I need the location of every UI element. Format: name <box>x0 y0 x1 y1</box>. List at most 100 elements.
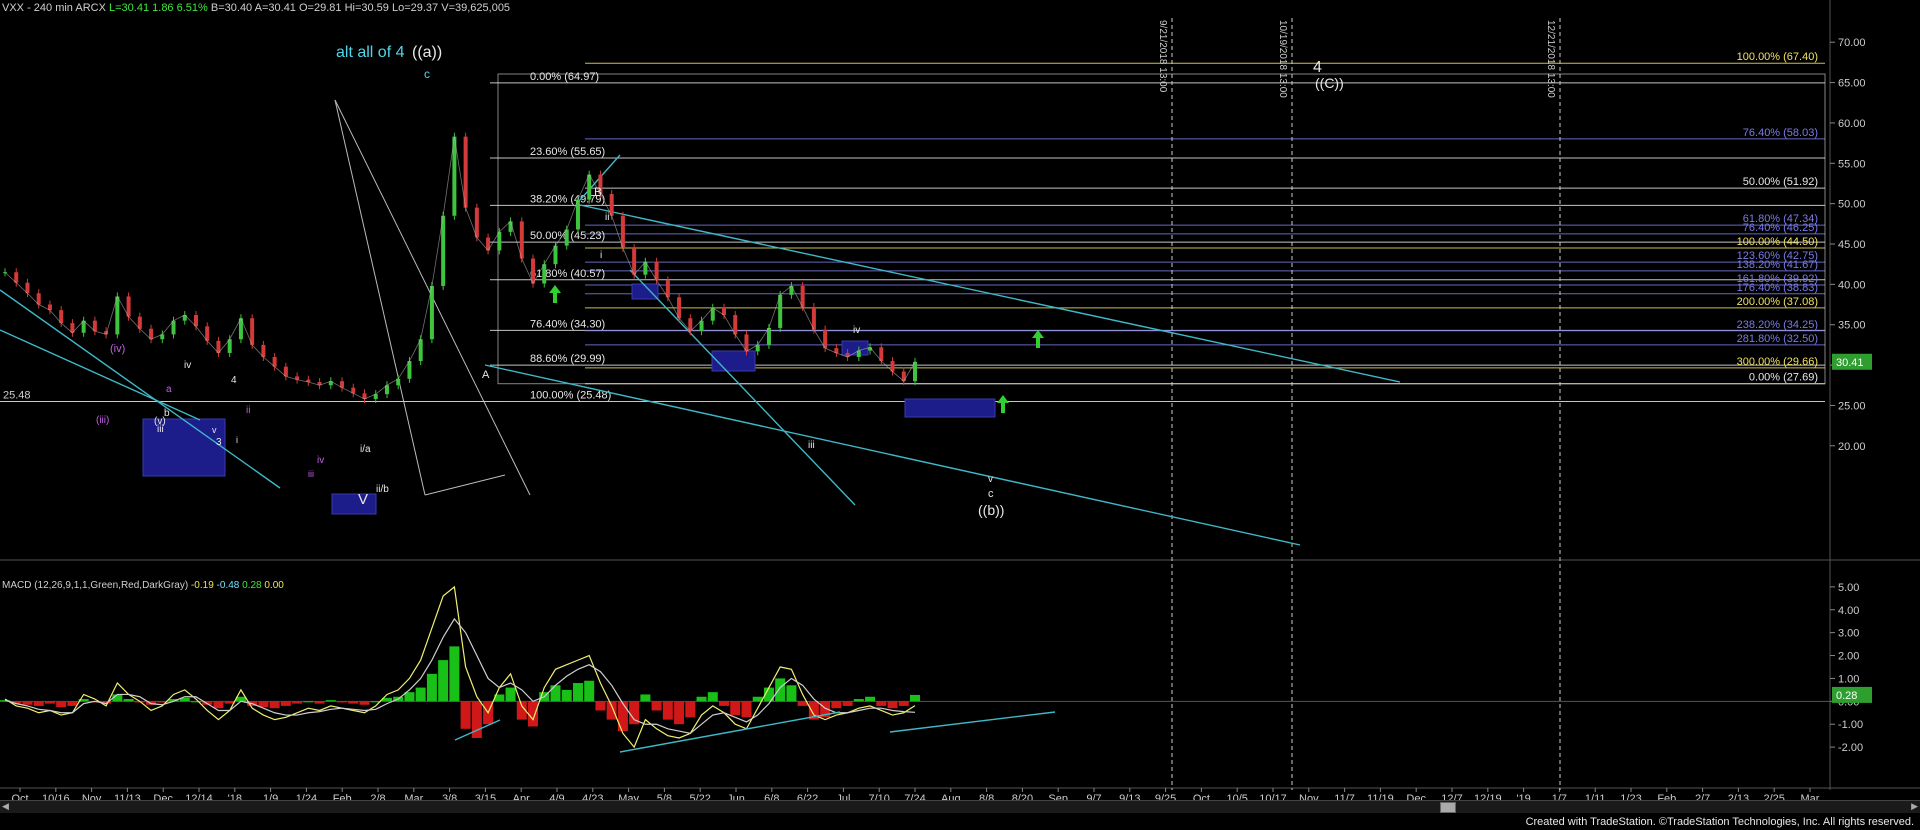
fib-level-label: 76.40% (34.30) <box>530 318 605 330</box>
y-tick-label: 45.00 <box>1838 239 1866 251</box>
volume-label: V=39,625,005 <box>441 2 511 14</box>
x-tick-label: 12/14 <box>185 793 213 800</box>
macd-histogram-bar <box>887 701 898 709</box>
macd-header: MACD (12,26,9,1,1,Green,Red,DarkGray) -0… <box>2 580 284 591</box>
scroll-left-arrow-icon[interactable]: ◀ <box>2 801 9 812</box>
wave-annotation: alt all of 4 <box>336 44 405 61</box>
price-chart[interactable]: 70.0065.0060.0055.0050.0045.0040.0035.00… <box>0 0 1920 800</box>
fib-level-label: 0.00% (64.97) <box>530 71 599 83</box>
macd-histogram-bar <box>786 685 797 702</box>
low-label: Lo=29.37 <box>391 2 439 14</box>
x-tick-label: 1/23 <box>1620 793 1641 800</box>
x-tick-label: 9/7 <box>1086 793 1101 800</box>
macd-histogram-bar <box>56 701 67 708</box>
macd-histogram-bar <box>572 683 583 702</box>
x-tick-label: 10/5 <box>1226 793 1247 800</box>
wave-annotation: iv <box>184 360 191 371</box>
fib-level-label: 76.40% (46.25) <box>1743 222 1818 234</box>
macd-histogram-bar <box>348 701 359 704</box>
macd-histogram-bar <box>359 701 370 705</box>
macd-histogram-bar <box>910 694 920 702</box>
date-marker-label: 12/21/2018 13:00 <box>1545 20 1556 98</box>
x-tick-label: May <box>618 793 639 800</box>
x-tick-label: 4/23 <box>582 793 603 800</box>
x-tick-label: 11/13 <box>114 793 141 800</box>
x-tick-label: Jun <box>727 793 745 800</box>
macd-histogram-bar <box>325 700 336 702</box>
wave-annotation: 4 <box>1313 59 1322 76</box>
y-tick-label: 65.00 <box>1838 78 1866 90</box>
high-label: Hi=30.59 <box>344 2 389 14</box>
y-tick-label: 25.00 <box>1838 400 1866 412</box>
macd-y-tick-label: 5.00 <box>1838 582 1859 594</box>
x-tick-label: 5/8 <box>657 793 672 800</box>
macd-histogram-bar <box>44 701 55 704</box>
x-tick-label: Dec <box>1406 793 1426 800</box>
wave-annotation: i/a <box>360 444 371 455</box>
x-tick-label: '18 <box>228 793 242 800</box>
wave-annotation: iv <box>317 455 324 466</box>
x-tick-label: 4/9 <box>549 793 564 800</box>
wave-annotation: v <box>988 474 993 485</box>
macd-last-tag-label: 0.28 <box>1836 690 1857 702</box>
x-tick-label: Feb <box>1657 793 1676 800</box>
scroll-thumb[interactable] <box>1440 802 1456 813</box>
fib-level-label: 88.60% (29.99) <box>530 353 605 365</box>
wave-annotation: ii <box>246 405 250 416</box>
wave-annotation: b <box>164 408 170 419</box>
fib-level-label: 176.40% (38.83) <box>1737 282 1818 294</box>
time-scrollbar[interactable]: ◀ ▶ <box>0 800 1920 813</box>
wave-annotation: c <box>988 488 994 500</box>
macd-y-tick-label: 3.00 <box>1838 628 1859 640</box>
macd-value: -0.19 <box>190 580 214 591</box>
wave-box <box>711 350 756 372</box>
y-tick-label: 70.00 <box>1838 37 1866 49</box>
macd-histogram-bar <box>123 699 134 702</box>
wave-annotation: ((a)) <box>412 44 442 61</box>
fib-level-label: 0.00% (27.69) <box>1749 372 1818 384</box>
macd-y-tick-label: 4.00 <box>1838 605 1859 617</box>
wave-annotation: (iv) <box>110 343 125 355</box>
wave-box <box>904 398 996 418</box>
macd-histogram-bar <box>707 692 718 702</box>
macd-histogram-bar <box>651 701 662 711</box>
x-tick-label: Nov <box>82 793 102 800</box>
date-marker-label: 10/19/2018 13:00 <box>1277 20 1288 98</box>
macd-histogram-bar <box>842 701 853 706</box>
y-tick-label: 50.00 <box>1838 199 1866 211</box>
macd-histogram-bar <box>269 701 280 709</box>
macd-histogram-bar <box>67 701 78 706</box>
macd-histogram-bar <box>898 701 909 706</box>
x-tick-label: Jul <box>836 793 850 800</box>
wave-annotation: ((b)) <box>978 502 1004 518</box>
macd-histogram-bar <box>460 701 471 729</box>
x-tick-label: 3/8 <box>442 793 457 800</box>
x-tick-label: 1/11 <box>1585 793 1606 800</box>
x-tick-label: 7/24 <box>904 793 925 800</box>
macd-histogram-bar <box>292 701 303 704</box>
macd-histogram-bar <box>640 694 651 702</box>
change-label: 1.86 <box>152 2 174 14</box>
x-tick-label: 10/16 <box>42 793 70 800</box>
macd-histogram-bar <box>662 701 673 720</box>
macd-histogram-bar <box>337 701 348 703</box>
wave-annotation: iii <box>157 424 164 435</box>
scroll-right-arrow-icon[interactable]: ▶ <box>1911 801 1918 812</box>
macd-y-tick-label: 2.00 <box>1838 651 1859 663</box>
macd-histogram-bar <box>404 692 415 702</box>
wave-annotation: ((C)) <box>1315 75 1344 91</box>
wave-annotation: B <box>594 185 602 199</box>
wave-annotation: ii/b <box>376 484 389 495</box>
macd-histogram-bar <box>775 678 786 702</box>
x-tick-label: Mar <box>404 793 423 800</box>
x-tick-label: 10/17 <box>1259 793 1287 800</box>
x-tick-label: Feb <box>333 793 352 800</box>
macd-histogram-bar <box>696 696 707 702</box>
macd-histogram-bar <box>426 673 437 702</box>
x-tick-label: 2/13 <box>1728 793 1749 800</box>
macd-histogram-bar <box>831 701 842 709</box>
macd-histogram-bar <box>213 701 224 709</box>
x-tick-label: 1/9 <box>263 793 278 800</box>
x-tick-label: 11/19 <box>1367 793 1394 800</box>
fib-level-label: 200.00% (37.08) <box>1737 296 1818 308</box>
